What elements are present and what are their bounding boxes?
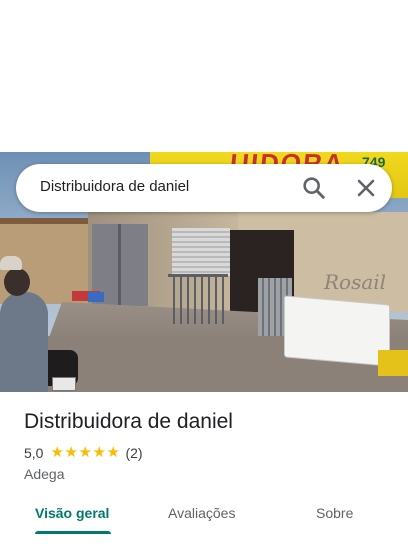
place-tabs: Visão geral Avaliações Sobre [0,500,408,544]
place-category[interactable]: Adega [24,466,64,482]
active-tab-indicator [35,531,111,534]
search-bar[interactable]: Distribuidora de daniel [16,164,392,212]
star-icon: ★ [64,444,78,461]
search-icon [303,177,325,199]
license-plate [52,377,76,391]
tab-overview[interactable]: Visão geral [35,505,109,521]
blue-crates [88,292,104,302]
star-icon: ★ [92,444,106,461]
person [0,292,48,392]
person-head [4,268,30,296]
star-icon: ★ [78,444,92,461]
rating-value: 5,0 [24,445,44,461]
place-title: Distribuidora de daniel [24,410,233,433]
rating-row[interactable]: 5,0 ★ ★ ★ ★ ★ (2) [24,444,143,462]
tab-about[interactable]: Sobre [316,505,353,521]
wall-graffiti: Rosail [324,270,387,294]
chest-freezer [284,295,390,367]
rolling-shutter [172,228,230,276]
rating-stars: ★ ★ ★ ★ ★ [50,444,120,461]
close-icon [357,179,375,197]
map-area-blank [0,0,408,152]
search-input[interactable]: Distribuidora de daniel [40,178,189,195]
yellow-crate [378,350,408,376]
person-cap [0,256,22,270]
star-icon: ★ [106,444,120,461]
review-count: (2) [125,445,143,461]
metal-gate [168,274,228,324]
door-divider [118,224,121,306]
star-icon: ★ [50,444,64,461]
search-button[interactable] [300,174,328,202]
clear-search-button[interactable] [352,174,380,202]
tab-reviews[interactable]: Avaliações [168,505,235,521]
